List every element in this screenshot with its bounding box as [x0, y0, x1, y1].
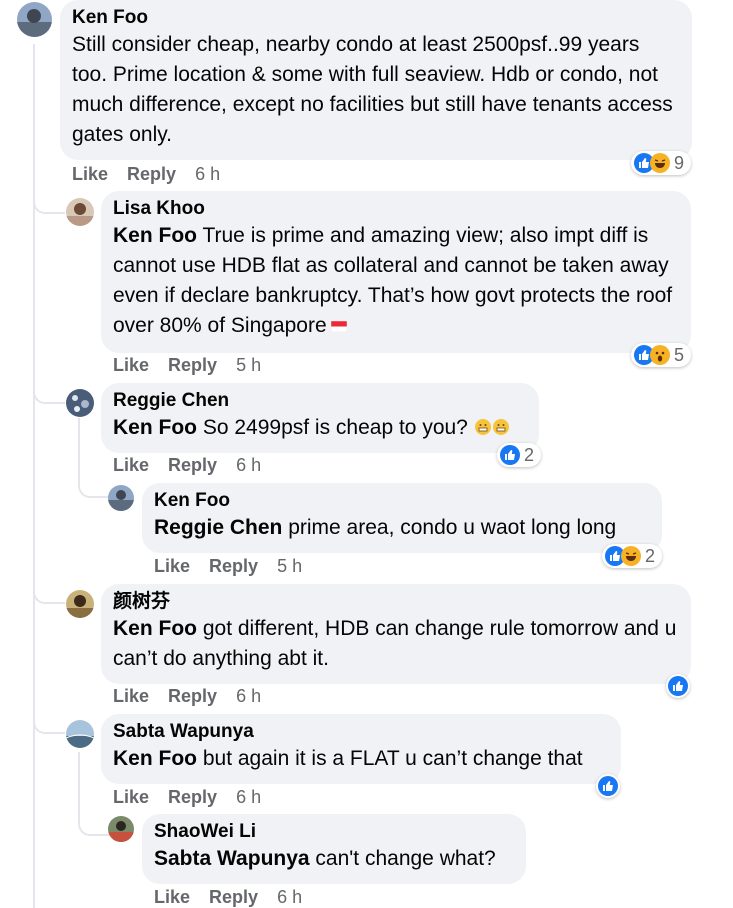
like-icon: [598, 776, 618, 796]
comment-time: 6 h: [236, 787, 262, 807]
haha-icon: [650, 153, 670, 173]
like-button[interactable]: Like: [113, 455, 149, 475]
avatar[interactable]: [66, 198, 94, 226]
comment-actions: Like Reply 5 h: [113, 355, 275, 376]
comment-bubble: Ken Foo Reggie Chen prime area, condo u …: [142, 483, 662, 553]
mention-link[interactable]: Ken Foo: [113, 224, 197, 247]
like-icon: [668, 676, 688, 696]
singapore-flag-icon: [330, 320, 347, 332]
comment-author[interactable]: 颜树芬: [113, 590, 679, 614]
reaction-summary[interactable]: [596, 774, 620, 798]
reply-button[interactable]: Reply: [209, 556, 258, 576]
reaction-count: 9: [674, 152, 685, 173]
comment-text: Ken Foo So 2499psf is cheap to you?: [113, 413, 527, 443]
mention-link[interactable]: Reggie Chen: [154, 516, 282, 539]
comment-actions: Like Reply 5 h: [154, 556, 316, 577]
comment-time: 6 h: [195, 164, 221, 184]
comment-bubble: Reggie Chen Ken Foo So 2499psf is cheap …: [101, 383, 539, 453]
like-icon: [500, 445, 520, 465]
comment-text: Still consider cheap, nearby condo at le…: [72, 33, 673, 146]
avatar[interactable]: [108, 485, 134, 511]
thread-branch-yan: [33, 582, 65, 604]
thread-branch-sabta: [33, 712, 65, 734]
comment-time: 5 h: [236, 355, 262, 375]
haha-icon: [621, 546, 641, 566]
avatar[interactable]: [66, 389, 94, 417]
like-button[interactable]: Like: [72, 164, 108, 184]
reply-button[interactable]: Reply: [127, 164, 176, 184]
comment-text: Ken Foo True is prime and amazing view; …: [113, 224, 673, 337]
comment-actions: Like Reply 6 h: [72, 164, 234, 185]
thread-branch-lisa: [33, 190, 65, 214]
comment-author[interactable]: Reggie Chen: [113, 389, 527, 413]
comment-actions: Like Reply 6 h: [154, 887, 316, 908]
comment-text: Ken Foo got different, HDB can change ru…: [113, 617, 677, 670]
avatar[interactable]: [66, 720, 94, 748]
reaction-summary[interactable]: 2: [602, 544, 663, 568]
mention-link[interactable]: Ken Foo: [113, 416, 197, 439]
comment-bubble: Sabta Wapunya Ken Foo but again it is a …: [101, 714, 621, 784]
thread-branch-kenfoo-reply: [78, 470, 110, 498]
comment-bubble: Ken Foo Still consider cheap, nearby con…: [60, 0, 692, 160]
reaction-summary[interactable]: 2: [497, 443, 542, 467]
reaction-summary[interactable]: 9: [631, 151, 692, 175]
like-button[interactable]: Like: [113, 355, 149, 375]
comment-text: Sabta Wapunya can't change what?: [154, 847, 496, 870]
comment-time: 5 h: [277, 556, 303, 576]
avatar[interactable]: [108, 816, 134, 842]
mention-link[interactable]: Ken Foo: [113, 747, 197, 770]
comment-author[interactable]: Ken Foo: [72, 6, 680, 30]
reply-button[interactable]: Reply: [168, 787, 217, 807]
reaction-count: 5: [674, 344, 685, 365]
avatar[interactable]: [17, 2, 52, 37]
comment-bubble: Lisa Khoo Ken Foo True is prime and amaz…: [101, 191, 691, 353]
comment-author[interactable]: ShaoWei Li: [154, 820, 514, 844]
reaction-count: 2: [645, 545, 656, 566]
like-button[interactable]: Like: [113, 787, 149, 807]
thread-line-main: [33, 44, 35, 908]
comment-time: 6 h: [236, 455, 262, 475]
comment-author[interactable]: Ken Foo: [154, 489, 650, 513]
thread-branch-reggie: [33, 380, 65, 404]
comment-author[interactable]: Sabta Wapunya: [113, 720, 609, 744]
grimace-emoji-icon: [492, 419, 509, 435]
like-button[interactable]: Like: [154, 887, 190, 907]
comment-bubble: 颜树芬 Ken Foo got different, HDB can chang…: [101, 584, 691, 684]
reply-button[interactable]: Reply: [168, 455, 217, 475]
reply-button[interactable]: Reply: [209, 887, 258, 907]
comment-bubble: ShaoWei Li Sabta Wapunya can't change wh…: [142, 814, 526, 884]
reply-button[interactable]: Reply: [168, 355, 217, 375]
comment-time: 6 h: [236, 686, 262, 706]
like-button[interactable]: Like: [154, 556, 190, 576]
comment-actions: Like Reply 6 h: [113, 787, 275, 808]
comment-text: Ken Foo but again it is a FLAT u can’t c…: [113, 747, 583, 770]
like-button[interactable]: Like: [113, 686, 149, 706]
thread-branch-shaowei: [78, 812, 110, 836]
reaction-summary[interactable]: [666, 674, 690, 698]
comment-author[interactable]: Lisa Khoo: [113, 197, 679, 221]
comment-time: 6 h: [277, 887, 303, 907]
grimace-emoji-icon: [474, 419, 491, 435]
reaction-count: 2: [524, 444, 535, 465]
avatar[interactable]: [66, 590, 94, 618]
mention-link[interactable]: Sabta Wapunya: [154, 847, 310, 870]
thread-line-reggie: [78, 418, 80, 478]
wow-icon: [650, 345, 670, 365]
comment-text: Reggie Chen prime area, condo u waot lon…: [154, 516, 617, 539]
reply-button[interactable]: Reply: [168, 686, 217, 706]
mention-link[interactable]: Ken Foo: [113, 617, 197, 640]
comment-actions: Like Reply 6 h: [113, 455, 275, 476]
comment-actions: Like Reply 6 h: [113, 686, 275, 707]
reaction-summary[interactable]: 5: [631, 343, 692, 367]
